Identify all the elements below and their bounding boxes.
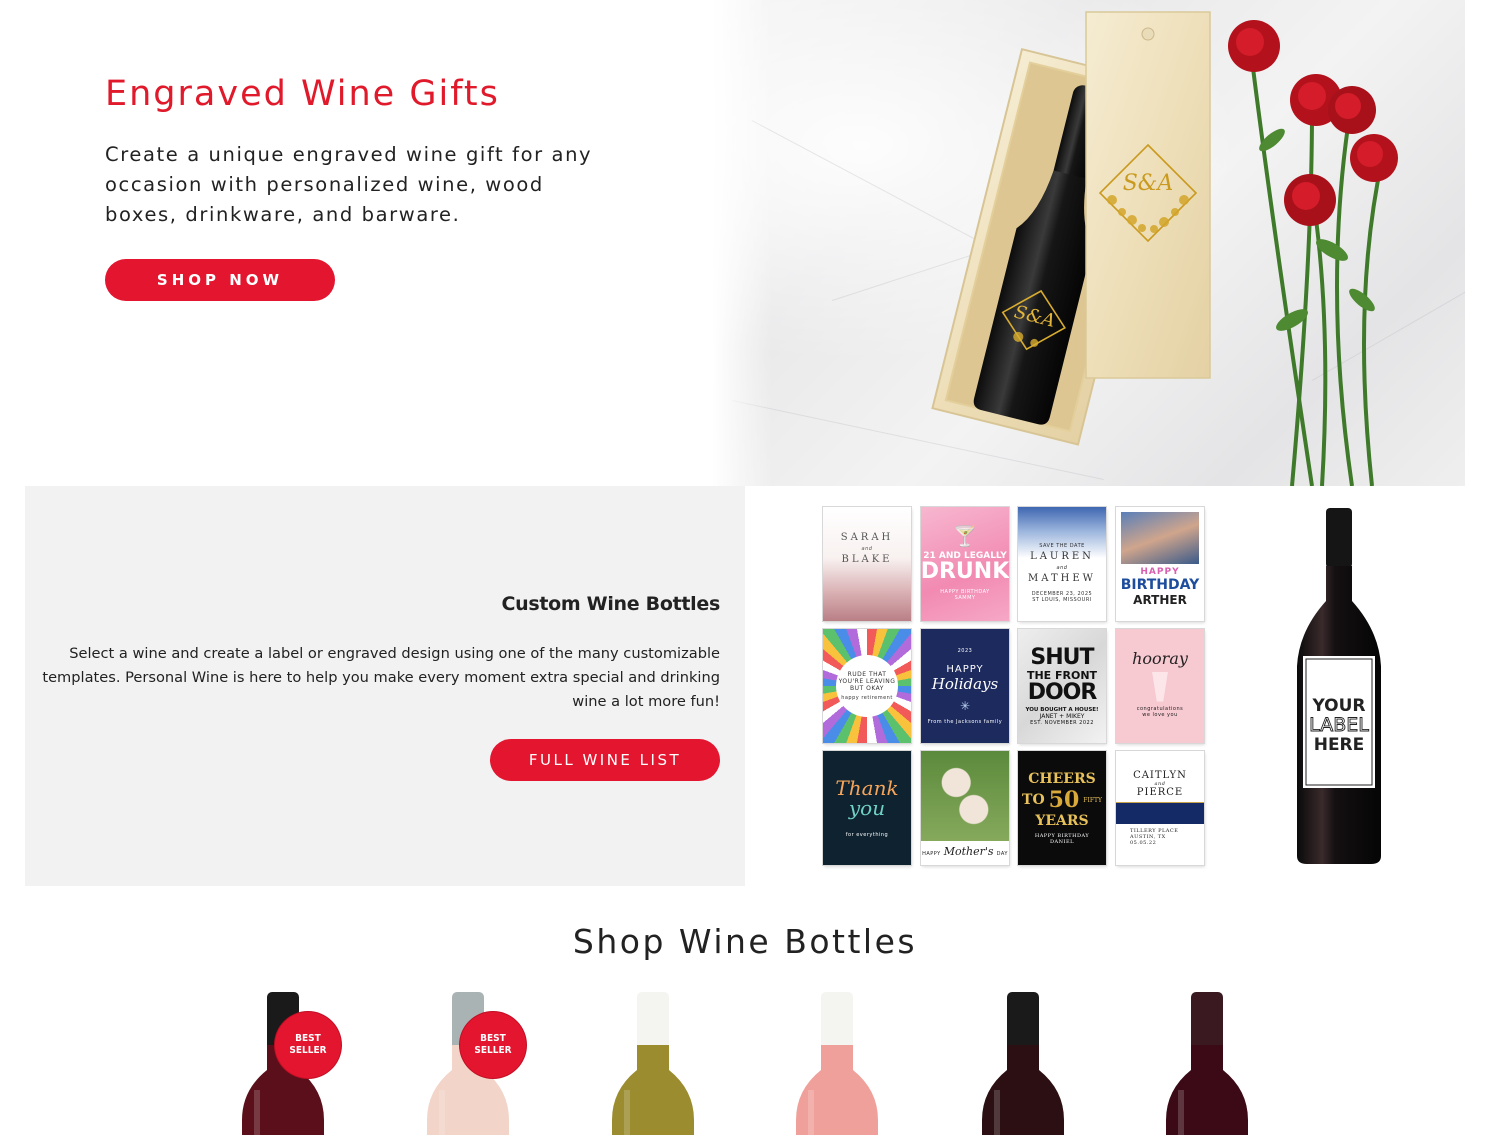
engraved-gift-illustration: S&A S&A bbox=[931, 11, 1398, 486]
shop-wine-bottles-title: Shop Wine Bottles bbox=[572, 922, 918, 961]
hero-banner: Engraved Wine Gifts Create a unique engr… bbox=[0, 0, 1490, 486]
label-template-cheers-50[interactable]: CHEERS TO 50 FIFTY YEARS HAPPY BIRTHDAY … bbox=[1018, 751, 1106, 865]
badge-text: BEST bbox=[295, 1033, 321, 1044]
label-template-legally-drunk[interactable]: 🍸 21 AND LEGALLY DRUNK HAPPY BIRTHDAY SA… bbox=[921, 507, 1009, 621]
label-template-lauren-mathew[interactable]: SAVE THE DATE LAUREN and MATHEW DECEMBER… bbox=[1018, 507, 1106, 621]
badge-text: SELLER bbox=[474, 1045, 512, 1056]
label-template-thank-you[interactable]: Thank you for everything bbox=[823, 751, 911, 865]
svg-text:YOUR: YOUR bbox=[1311, 696, 1365, 716]
product-card[interactable] bbox=[598, 990, 708, 1135]
label-template-holidays[interactable]: 2023 HAPPY Holidays ✳ From the Jacksons … bbox=[921, 629, 1009, 743]
label-template-hooray[interactable]: hooray congratulations we love you bbox=[1116, 629, 1204, 743]
product-card[interactable]: BEST SELLER bbox=[228, 990, 338, 1135]
svg-text:HERE: HERE bbox=[1314, 735, 1365, 755]
wine-bottle-image bbox=[982, 992, 1064, 1135]
wine-bottle-image bbox=[612, 992, 694, 1135]
label-template-retirement[interactable]: RUDE THAT YOU'RE LEAVING BUT OKAY happy … bbox=[823, 629, 911, 743]
decorative-band bbox=[1116, 802, 1204, 824]
photo-thumbnail bbox=[921, 751, 1009, 841]
custom-label-bottle: YOUR LABEL HERE bbox=[1297, 508, 1381, 864]
label-templates-gallery: SARAH and BLAKE 🍸 21 AND LEGALLY DRUNK H… bbox=[745, 486, 1465, 886]
product-card[interactable]: BEST SELLER bbox=[413, 990, 523, 1135]
product-card[interactable] bbox=[1152, 990, 1262, 1135]
hero-title: Engraved Wine Gifts bbox=[105, 74, 500, 114]
wine-bottle-image bbox=[796, 992, 878, 1135]
custom-wine-panel: Custom Wine Bottles Select a wine and cr… bbox=[25, 486, 745, 886]
label-template-sarah-blake[interactable]: SARAH and BLAKE bbox=[823, 507, 911, 621]
shop-now-button[interactable]: SHOP NOW bbox=[105, 259, 335, 301]
custom-wine-title: Custom Wine Bottles bbox=[501, 593, 720, 615]
product-card[interactable] bbox=[968, 990, 1078, 1135]
snowflake-icon: ✳ bbox=[959, 698, 971, 713]
svg-text:LABEL: LABEL bbox=[1309, 714, 1369, 736]
svg-text:S&A: S&A bbox=[1123, 171, 1174, 196]
badge-text: SELLER bbox=[289, 1045, 327, 1056]
label-template-shut-door[interactable]: SHUT THE FRONT DOOR YOU BOUGHT A HOUSE! … bbox=[1018, 629, 1106, 743]
label-template-caitlyn-pierce[interactable]: CAITLYN and PIERCE TILLERY PLACE AUSTIN,… bbox=[1116, 751, 1204, 865]
best-seller-badge: BEST SELLER bbox=[463, 1015, 523, 1075]
label-template-mothers-day[interactable]: HAPPY Mother's DAY bbox=[921, 751, 1009, 865]
label-template-birthday-arther[interactable]: HAPPY BIRTHDAY ARTHER bbox=[1116, 507, 1204, 621]
custom-wine-description: Select a wine and create a label or engr… bbox=[42, 645, 720, 710]
champagne-glass-icon bbox=[1152, 671, 1168, 702]
hero-description: Create a unique engraved wine gift for a… bbox=[105, 143, 593, 226]
badge-text: BEST bbox=[480, 1033, 506, 1044]
wine-bottle-image bbox=[1166, 992, 1248, 1135]
hero-photo: S&A S&A bbox=[712, 0, 1465, 486]
photo-thumbnail bbox=[1121, 512, 1199, 564]
product-card[interactable] bbox=[782, 990, 892, 1135]
full-wine-list-button[interactable]: FULL WINE LIST bbox=[490, 739, 720, 781]
best-seller-badge: BEST SELLER bbox=[278, 1015, 338, 1075]
